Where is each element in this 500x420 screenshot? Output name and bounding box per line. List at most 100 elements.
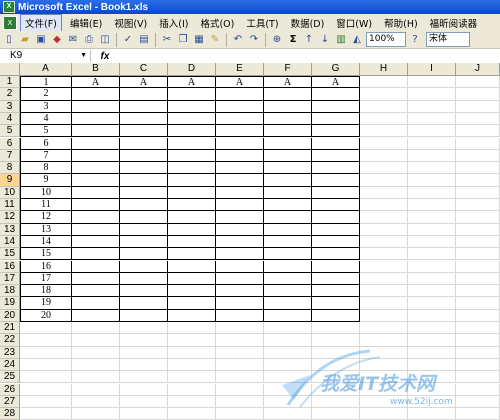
cell-j24[interactable] <box>456 358 500 372</box>
chevron-down-icon[interactable]: ▼ <box>80 50 87 62</box>
cell-a5[interactable]: 5 <box>20 125 72 138</box>
cell-f28[interactable] <box>264 408 312 420</box>
cell-f25[interactable] <box>264 371 312 384</box>
cell-c5[interactable] <box>120 125 168 138</box>
cell-c27[interactable] <box>120 395 168 409</box>
font-name-select[interactable]: 宋体 <box>426 32 470 47</box>
cell-e19[interactable] <box>216 297 264 310</box>
cell-j7[interactable] <box>456 149 500 163</box>
research-icon[interactable]: ▤ <box>137 33 151 47</box>
cell-b26[interactable] <box>72 383 120 396</box>
cell-b18[interactable] <box>72 285 120 298</box>
menu-file[interactable]: 文件(F) <box>20 13 62 32</box>
cell-a3[interactable]: 3 <box>20 100 72 113</box>
cell-f12[interactable] <box>264 211 312 224</box>
cell-e28[interactable] <box>216 408 264 420</box>
cell-j16[interactable] <box>456 260 500 273</box>
cell-i6[interactable] <box>408 137 456 150</box>
new-doc-icon[interactable]: ▯ <box>2 33 16 47</box>
cell-i14[interactable] <box>408 235 456 249</box>
cell-b24[interactable] <box>72 358 120 372</box>
cell-h11[interactable] <box>360 199 408 212</box>
row-header-23[interactable]: 23 <box>0 346 20 359</box>
cell-h2[interactable] <box>360 88 408 101</box>
row-header-22[interactable]: 22 <box>0 334 20 347</box>
cell-j3[interactable] <box>456 100 500 113</box>
cell-f2[interactable] <box>264 88 312 101</box>
cell-h7[interactable] <box>360 149 408 163</box>
cell-f9[interactable] <box>264 174 312 187</box>
row-header-14[interactable]: 14 <box>0 235 20 249</box>
cell-a4[interactable]: 4 <box>20 112 72 126</box>
row-header-24[interactable]: 24 <box>0 358 20 372</box>
cell-d22[interactable] <box>168 334 216 347</box>
column-header-c[interactable]: C <box>120 63 168 76</box>
cell-i16[interactable] <box>408 260 456 273</box>
cell-j5[interactable] <box>456 125 500 138</box>
cell-f1[interactable]: A <box>264 76 312 89</box>
cell-d1[interactable]: A <box>168 76 216 89</box>
cell-j9[interactable] <box>456 174 500 187</box>
undo-icon[interactable]: ↶ <box>231 33 245 47</box>
cell-i17[interactable] <box>408 272 456 286</box>
cell-b1[interactable]: A <box>72 76 120 89</box>
cell-c21[interactable] <box>120 322 168 335</box>
cell-c4[interactable] <box>120 112 168 126</box>
row-header-16[interactable]: 16 <box>0 260 20 273</box>
cell-i25[interactable] <box>408 371 456 384</box>
cell-j17[interactable] <box>456 272 500 286</box>
cell-b28[interactable] <box>72 408 120 420</box>
cell-i20[interactable] <box>408 309 456 322</box>
cell-j22[interactable] <box>456 334 500 347</box>
cell-f26[interactable] <box>264 383 312 396</box>
cell-f18[interactable] <box>264 285 312 298</box>
cell-a18[interactable]: 18 <box>20 285 72 298</box>
cell-h24[interactable] <box>360 358 408 372</box>
cell-f5[interactable] <box>264 125 312 138</box>
cell-d3[interactable] <box>168 100 216 113</box>
cell-e12[interactable] <box>216 211 264 224</box>
cell-i19[interactable] <box>408 297 456 310</box>
cell-e1[interactable]: A <box>216 76 264 89</box>
cell-e24[interactable] <box>216 358 264 372</box>
cell-f21[interactable] <box>264 322 312 335</box>
cell-d15[interactable] <box>168 248 216 261</box>
row-header-10[interactable]: 10 <box>0 186 20 199</box>
row-header-11[interactable]: 11 <box>0 199 20 212</box>
cell-j26[interactable] <box>456 383 500 396</box>
cell-c11[interactable] <box>120 199 168 212</box>
cell-j23[interactable] <box>456 346 500 359</box>
cell-g11[interactable] <box>312 199 360 212</box>
cell-j2[interactable] <box>456 88 500 101</box>
cell-b19[interactable] <box>72 297 120 310</box>
cell-i22[interactable] <box>408 334 456 347</box>
cell-d8[interactable] <box>168 162 216 175</box>
cell-g5[interactable] <box>312 125 360 138</box>
cell-i7[interactable] <box>408 149 456 163</box>
cell-j28[interactable] <box>456 408 500 420</box>
row-header-21[interactable]: 21 <box>0 322 20 335</box>
cell-c26[interactable] <box>120 383 168 396</box>
sort-desc-icon[interactable]: ↓ <box>318 33 332 47</box>
cell-e14[interactable] <box>216 235 264 249</box>
cell-a20[interactable]: 20 <box>20 309 72 322</box>
cell-h27[interactable] <box>360 395 408 409</box>
cell-d18[interactable] <box>168 285 216 298</box>
cell-e20[interactable] <box>216 309 264 322</box>
drawing-icon[interactable]: ◭ <box>350 33 364 47</box>
menu-data[interactable]: 数据(D) <box>287 15 329 31</box>
workbook-icon[interactable]: X <box>3 15 17 30</box>
cell-e13[interactable] <box>216 223 264 236</box>
cell-i8[interactable] <box>408 162 456 175</box>
cell-h12[interactable] <box>360 211 408 224</box>
row-header-17[interactable]: 17 <box>0 272 20 286</box>
cell-b4[interactable] <box>72 112 120 126</box>
cell-f27[interactable] <box>264 395 312 409</box>
column-header-i[interactable]: I <box>408 63 456 76</box>
cell-i4[interactable] <box>408 112 456 126</box>
sort-asc-icon[interactable]: ↑ <box>302 33 316 47</box>
cell-e15[interactable] <box>216 248 264 261</box>
zoom-select[interactable]: 100% <box>366 32 406 47</box>
cell-d11[interactable] <box>168 199 216 212</box>
cell-h23[interactable] <box>360 346 408 359</box>
